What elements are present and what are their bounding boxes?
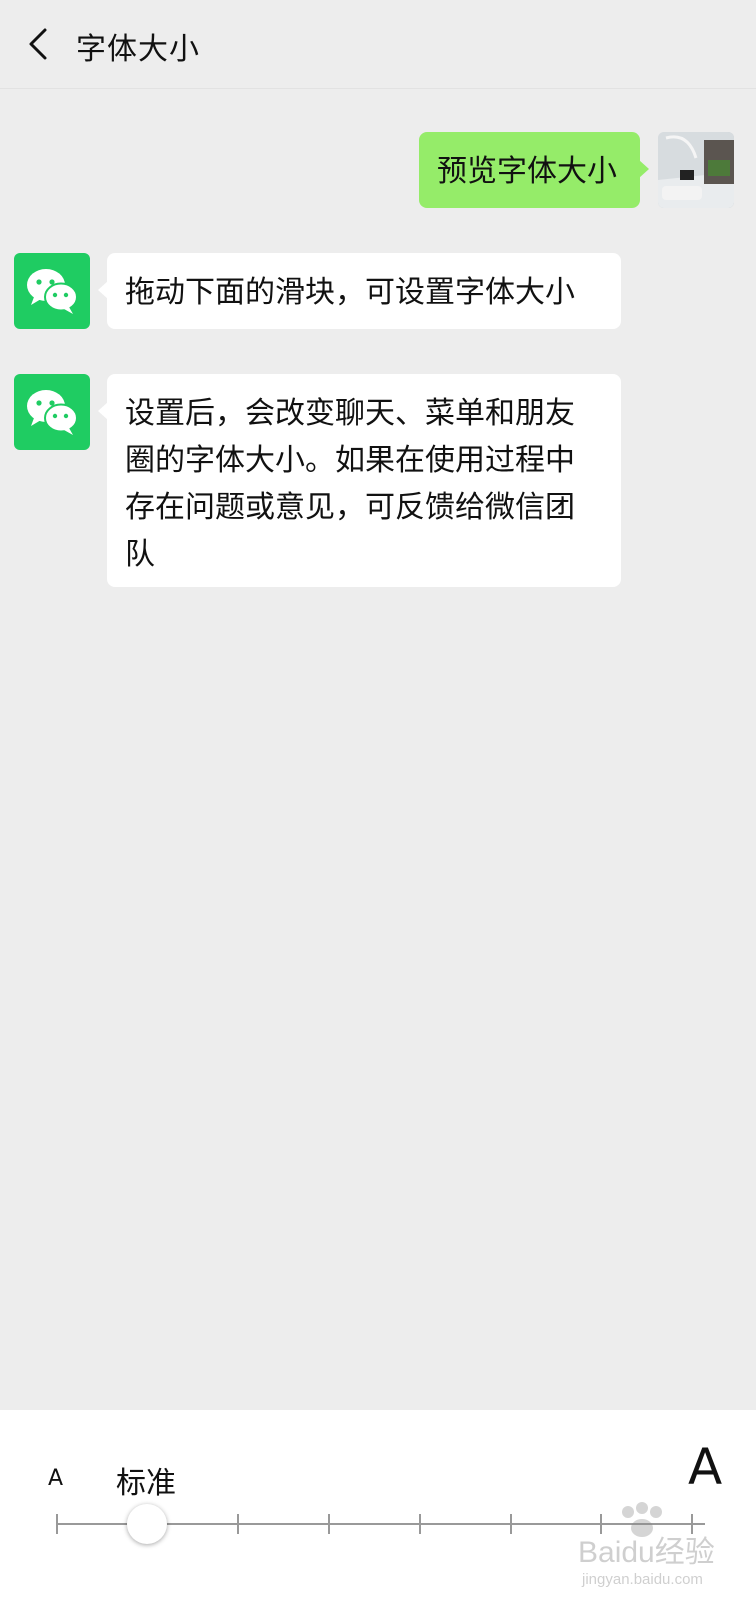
back-button[interactable] [18,22,58,66]
slider-tick [509,1514,512,1534]
wechat-avatar[interactable] [14,253,90,329]
slider-tick [237,1514,240,1534]
wechat-logo-icon [27,269,78,314]
nav-bar: 字体大小 [0,0,756,89]
slider-tick [691,1514,693,1534]
message-bubble-wechat: 设置后，会改变聊天、菜单和朋友圈的字体大小。如果在使用过程中存在问题或意见，可反… [98,374,621,587]
large-font-label: A [688,1438,723,1496]
message-text: 设置后，会改变聊天、菜单和朋友圈的字体大小。如果在使用过程中存在问题或意见，可反… [125,396,575,572]
slider-tick [418,1514,421,1534]
chevron-left-icon [29,28,47,60]
user-avatar[interactable] [658,132,734,208]
message-text: 预览字体大小 [437,154,617,189]
room-photo-icon [658,132,734,208]
message-text: 拖动下面的滑块，可设置字体大小 [125,275,575,310]
wechat-logo-icon [27,390,78,435]
page-title: 字体大小 [76,32,200,67]
slider-tick [56,1514,58,1534]
slider-tick [328,1514,331,1534]
message-bubble-wechat: 拖动下面的滑块，可设置字体大小 [98,253,621,329]
message-bubble-me: 预览字体大小 [419,132,649,208]
wechat-avatar[interactable] [14,374,90,450]
slider-tick [600,1514,603,1534]
font-size-panel: A 标准 A [0,1410,756,1600]
small-font-label: A [48,1466,64,1491]
current-size-label: 标准 [116,1466,176,1501]
slider-knob[interactable] [126,1504,167,1544]
